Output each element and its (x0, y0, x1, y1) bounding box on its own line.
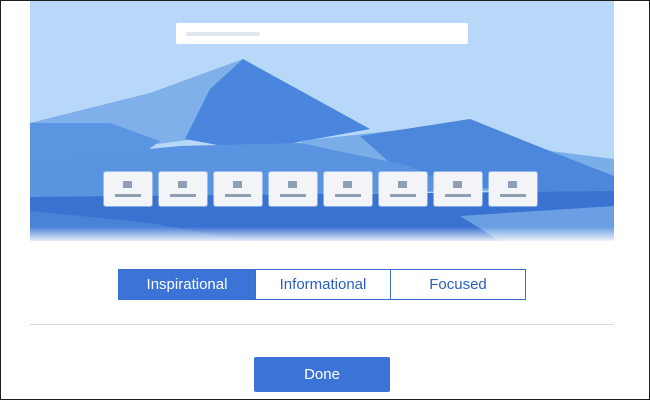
tile-label-line (335, 194, 361, 197)
layout-option-inspirational[interactable]: Inspirational (119, 270, 255, 299)
tile-label-line (170, 194, 196, 197)
quick-link-tile (214, 172, 262, 206)
tile-icon (508, 181, 517, 188)
tile-icon (343, 181, 352, 188)
divider (30, 324, 614, 325)
tile-icon (178, 181, 187, 188)
tile-label-line (280, 194, 306, 197)
search-bar-preview (176, 23, 468, 44)
tile-icon (233, 181, 242, 188)
done-button[interactable]: Done (254, 357, 390, 392)
search-placeholder-line (186, 32, 260, 36)
layout-option-informational[interactable]: Informational (255, 270, 390, 299)
quick-link-tile (379, 172, 427, 206)
tile-label-line (115, 194, 141, 197)
tile-label-line (445, 194, 471, 197)
tile-icon (453, 181, 462, 188)
tile-icon (123, 181, 132, 188)
quick-link-tile (489, 172, 537, 206)
tile-label-line (225, 194, 251, 197)
tile-label-line (390, 194, 416, 197)
tile-icon (288, 181, 297, 188)
layout-option-focused[interactable]: Focused (390, 270, 525, 299)
page-layout-dialog: Inspirational Informational Focused Done (0, 0, 650, 400)
layout-selector: Inspirational Informational Focused (118, 269, 526, 300)
quick-link-tile (159, 172, 207, 206)
tile-icon (398, 181, 407, 188)
layout-preview (30, 1, 614, 241)
quick-link-tile (104, 172, 152, 206)
quick-link-tile (269, 172, 317, 206)
tile-label-line (500, 194, 526, 197)
quick-link-tile (434, 172, 482, 206)
quick-link-tile (324, 172, 372, 206)
